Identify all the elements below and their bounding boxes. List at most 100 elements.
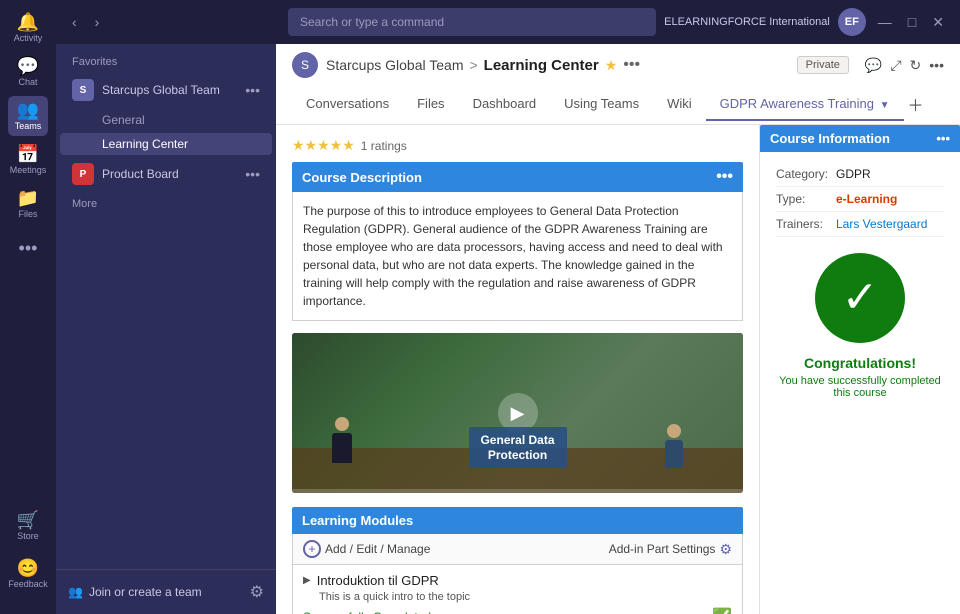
breadcrumb-separator: > [469,57,477,73]
channel-path: Starcups Global Team > Learning Center ★… [326,56,640,74]
team-starcups-name: Starcups Global Team [102,83,220,97]
learning-modules-section: Learning Modules + Add / Edit / Manage A… [292,507,743,614]
close-button[interactable]: ✕ [928,10,948,35]
tab-conversations[interactable]: Conversations [292,88,403,121]
channel-more-icon[interactable]: ••• [623,56,640,74]
tab-files[interactable]: Files [403,88,458,121]
main-content: Search or type a command ELEARNINGFORCE … [276,0,960,614]
add-in-settings-button[interactable]: Add-in Part Settings ⚙ [609,541,732,558]
trainers-label: Trainers: [776,217,836,231]
sidebar-item-teams[interactable]: 👥 Teams [8,96,48,136]
type-label: Type: [776,192,836,206]
refresh-icon-btn[interactable]: ↻ [910,57,922,74]
feedback-icon: 😊 [17,559,39,577]
congrats-title: Congratulations! [804,355,916,371]
sidebar-item-meetings[interactable]: 📅 Meetings [8,140,48,180]
search-placeholder: Search or type a command [300,15,444,29]
nav-back-button[interactable]: ‹ [66,10,83,34]
meetings-icon: 📅 [17,145,39,163]
expand-icon-btn[interactable]: ⤢ [890,57,901,74]
tab-using-teams[interactable]: Using Teams [550,88,653,121]
sidebar-item-files[interactable]: 📁 Files [8,184,48,224]
more-label[interactable]: More [56,192,276,216]
sidebar-item-feedback[interactable]: 😊 Feedback [8,554,48,594]
video-container[interactable]: Welcome to GDPR - Data Protection online… [292,333,743,493]
panel-footer: 👥 Join or create a team ⚙ [56,569,276,614]
tab-dashboard[interactable]: Dashboard [459,88,551,121]
nav-buttons: ‹ › [66,10,105,34]
sidebar-item-store[interactable]: 🛒 Store [8,506,48,546]
teams-panel: ‹ › Favorites S Starcups Global Team •••… [56,0,276,614]
panel-settings-icon[interactable]: ⚙ [250,582,264,602]
video-progress-bar[interactable] [292,489,743,493]
team-product-avatar: P [72,163,94,185]
info-type-row: Type: e-Learning [776,187,944,212]
team-product-more[interactable]: ••• [245,166,260,182]
rating-stars: ★★★★★ [292,137,355,154]
chat-icon: 💬 [17,57,39,75]
right-panel: Course Information ••• Category: GDPR Ty… [760,125,960,614]
info-category-row: Category: GDPR [776,162,944,187]
course-description-text: The purpose of this to introduce employe… [292,192,743,321]
sidebar-item-more[interactable]: ••• [8,228,48,268]
module-intro-status: Successfully Completed [303,610,431,614]
sidebar: 🔔 Activity 💬 Chat 👥 Teams 📅 Meetings 📁 F… [0,0,56,614]
join-create-team-button[interactable]: 👥 Join or create a team [68,585,202,599]
search-bar[interactable]: Search or type a command [288,8,656,36]
description-more-icon[interactable]: ••• [716,168,733,186]
trainers-value[interactable]: Lars Vestergaard [836,217,927,231]
tab-wiki[interactable]: Wiki [653,88,706,121]
course-info-table: Category: GDPR Type: e-Learning Trainers… [776,162,944,237]
topbar: Search or type a command ELEARNINGFORCE … [276,0,960,44]
module-intro-title-row: ▶ Introduktion til GDPR [303,573,732,588]
channel-name-title: Learning Center [484,57,599,74]
sub-item-learning-center[interactable]: Learning Center [60,133,272,155]
sub-item-general[interactable]: General [60,109,272,131]
scene-left-person [332,417,352,463]
tab-gdpr[interactable]: GDPR Awareness Training ▼ [706,88,904,121]
info-trainers-row: Trainers: Lars Vestergaard [776,212,944,237]
maximize-button[interactable]: □ [904,10,920,34]
module-intro-title[interactable]: Introduktion til GDPR [317,573,439,588]
teams-icon: 👥 [17,101,39,119]
user-avatar[interactable]: EF [838,8,866,36]
store-icon: 🛒 [17,511,39,529]
tab-dropdown-icon[interactable]: ▼ [880,100,890,111]
channel-more-btn[interactable]: ••• [929,57,944,73]
gdpr-label: General DataProtection [468,427,566,468]
module-item-intro: ▶ Introduktion til GDPR This is a quick … [292,565,743,614]
course-info-header: Course Information ••• [760,125,960,152]
plus-icon: + [303,540,321,558]
account-name: ELEARNINGFORCE International [664,16,830,28]
congrats-subtitle: You have successfully completed this cou… [776,375,944,399]
add-tab-button[interactable]: ＋ [904,84,928,124]
team-name-breadcrumb: Starcups Global Team [326,57,463,73]
teams-topbar: ‹ › [56,0,276,44]
channel-tabs: Conversations Files Dashboard Using Team… [292,84,944,124]
module-intro-status-row: Successfully Completed ✅ [303,607,732,614]
type-value: e-Learning [836,192,897,206]
chat-icon-btn[interactable]: 💬 [865,57,882,74]
team-product-board[interactable]: P Product Board ••• [60,157,272,191]
module-intro-check-icon: ✅ [712,607,732,614]
modules-toolbar: + Add / Edit / Manage Add-in Part Settin… [292,534,743,565]
modules-header: Learning Modules [292,507,743,534]
category-value: GDPR [836,167,871,181]
favorite-star-icon[interactable]: ★ [605,57,618,74]
info-more-icon[interactable]: ••• [936,131,950,146]
favorites-header: Favorites [56,44,276,72]
more-icon: ••• [19,239,38,257]
add-edit-manage-button[interactable]: + Add / Edit / Manage [303,540,430,558]
minimize-button[interactable]: — [874,10,896,34]
congrats-badge: ✓ [815,253,905,343]
team-starcups[interactable]: S Starcups Global Team ••• [60,73,272,107]
rating-row: ★★★★★ 1 ratings [292,137,743,154]
sidebar-item-chat[interactable]: 💬 Chat [8,52,48,92]
scene-right-person [665,424,683,468]
team-starcups-more[interactable]: ••• [245,82,260,98]
channel-header: S Starcups Global Team > Learning Center… [276,44,960,125]
sidebar-item-activity[interactable]: 🔔 Activity [8,8,48,48]
team-product-name: Product Board [102,167,179,181]
nav-forward-button[interactable]: › [89,10,106,34]
video-thumbnail[interactable]: General DataProtection ▶ [292,333,743,493]
